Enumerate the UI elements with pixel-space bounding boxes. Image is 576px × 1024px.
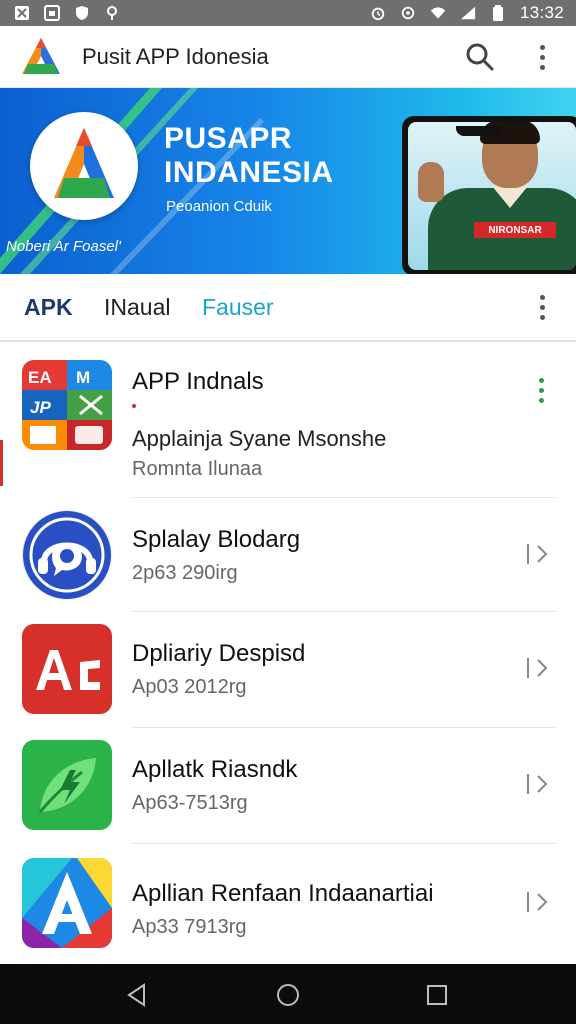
list-item-subtitle: Ap63-7513rg	[132, 792, 248, 814]
tab-manual[interactable]: INaual	[104, 294, 170, 321]
app-logo-icon[interactable]	[20, 36, 62, 76]
tab-apk[interactable]: APK	[24, 294, 73, 321]
tab-fauser[interactable]: Fauser	[202, 294, 274, 321]
list-item-title: Splalay Blodarg	[132, 526, 301, 553]
tab-bar: APK INaual Fauser	[0, 274, 576, 342]
back-icon[interactable]	[124, 982, 150, 1008]
app-title: Pusit APP Idonesia	[82, 44, 269, 69]
grid-label-m: M	[76, 368, 91, 387]
image-icon	[44, 5, 60, 21]
unread-dot	[132, 404, 136, 408]
list-item[interactable]: Dpliariy Despisd Ap03 2012rg	[0, 612, 576, 728]
list-item-subtitle: Ap03 2012rg	[132, 676, 247, 698]
banner-footer-text: Noberi Ar Foasel'	[6, 238, 121, 255]
status-bar: 13:32	[0, 0, 576, 26]
list-item[interactable]: Apllian Renfaan Indaanartiai Ap33 7913rg	[0, 844, 576, 964]
grid-label-jp: JP	[30, 398, 51, 417]
promo-banner[interactable]: PUSAPR INDANESIA Peoanion Cduik Noberi A…	[0, 88, 576, 274]
more-vert-icon[interactable]	[530, 290, 554, 324]
ac-letters-icon	[22, 624, 112, 714]
sync-icon	[400, 5, 416, 21]
list-item-title: Apllatk Riasndk	[132, 756, 298, 783]
leaf-bolt-icon	[22, 740, 112, 830]
list-item-subtitle: Ap33 7913rg	[132, 916, 247, 938]
chevron-right-icon[interactable]	[524, 654, 552, 682]
list-item-title: Dpliariy Despisd	[132, 640, 306, 667]
alarm-icon	[370, 5, 386, 21]
list-item-title: Apllian Renfaan Indaanartiai	[132, 880, 434, 907]
uniform-badge: NIRONSAR	[474, 222, 556, 238]
app-bar: Pusit APP Idonesia	[0, 26, 576, 88]
chevron-right-icon[interactable]	[524, 770, 552, 798]
status-time: 13:32	[519, 3, 564, 22]
chevron-right-icon[interactable]	[524, 540, 552, 568]
grid-label-ea: EA	[28, 368, 52, 387]
letter-a-icon	[22, 858, 112, 948]
list-item[interactable]: EA M JP APP Indnals Applainja Syane Mson…	[0, 342, 576, 498]
more-vert-icon[interactable]	[536, 378, 546, 408]
system-nav-bar	[0, 964, 576, 1024]
headset-chat-icon	[22, 510, 112, 600]
banner-subtitle: Peoanion Cduik	[166, 198, 272, 215]
home-icon[interactable]	[275, 982, 301, 1008]
battery-icon	[490, 5, 506, 21]
shield-icon	[74, 5, 90, 21]
chevron-right-icon[interactable]	[524, 888, 552, 916]
banner-title-line2: INDANESIA	[164, 156, 334, 189]
list-item-subtitle: 2p63 290irg	[132, 562, 238, 584]
banner-logo-icon	[30, 112, 138, 220]
more-vert-icon[interactable]	[530, 40, 554, 74]
list-item-subtitle: Romnta Ilunaa	[132, 458, 263, 480]
list-item-title: APP Indnals	[132, 368, 264, 395]
selection-marker	[0, 440, 3, 486]
list-item[interactable]: Apllatk Riasndk Ap63-7513rg	[0, 728, 576, 844]
close-box-icon	[14, 5, 30, 21]
recents-icon[interactable]	[424, 982, 450, 1008]
list-item[interactable]: Splalay Blodarg 2p63 290irg	[0, 498, 576, 612]
phone-image: NIRONSAR	[402, 116, 576, 274]
search-icon[interactable]	[464, 41, 496, 73]
list-item-description: Applainja Syane Msonshe	[132, 426, 387, 451]
wifi-icon	[430, 5, 446, 21]
location-icon	[104, 5, 120, 21]
banner-title-line1: PUSAPR	[164, 122, 293, 155]
signal-icon	[460, 5, 476, 21]
